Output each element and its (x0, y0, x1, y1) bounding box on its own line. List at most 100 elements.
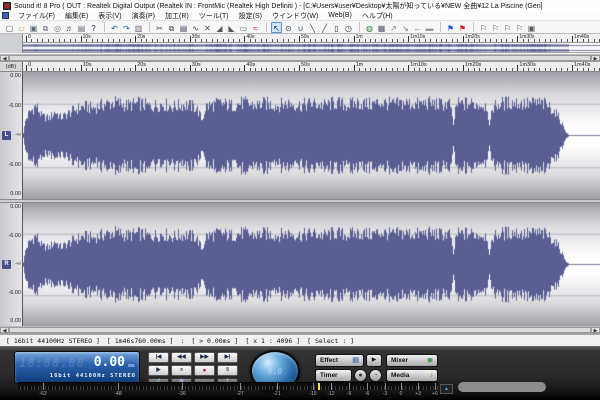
effect-button[interactable]: Effect ▤ (315, 354, 364, 367)
meter-tick (24, 386, 25, 390)
history-icon[interactable]: ▥ (133, 22, 144, 33)
ruler-tick (392, 68, 393, 71)
media-button[interactable]: Media ♪ (386, 369, 438, 382)
web-publish-icon[interactable]: ◍ (364, 22, 375, 33)
save-as-icon[interactable]: ⧉ (40, 22, 51, 33)
arrow-back-icon[interactable]: ← (412, 22, 423, 33)
pencil-tool-icon[interactable]: ╱ (319, 22, 330, 33)
scroll-right-icon[interactable]: ▶ (591, 55, 600, 61)
ruler-tick (326, 68, 327, 71)
marker-first-icon[interactable]: ⚐ (478, 22, 489, 33)
menu-settings[interactable]: 設定(S) (234, 11, 267, 21)
menu-web[interactable]: Web(B) (323, 12, 357, 19)
fade-in-icon[interactable]: ◢ (214, 22, 225, 33)
pause-button[interactable]: ‖ (217, 365, 238, 376)
editor-scroll-thumb[interactable] (9, 327, 591, 333)
db-label: -∞ (15, 261, 21, 267)
mixer-button[interactable]: Mixer ≣ (386, 354, 438, 367)
scroll-left-icon[interactable]: ◀ (0, 55, 9, 61)
line-tool-icon[interactable]: ╲ (307, 22, 318, 33)
fast-forward-button[interactable]: ▶▶ (194, 352, 215, 363)
marker-list-icon[interactable]: ▣ (526, 22, 537, 33)
copy-wave-icon[interactable]: ⧉ (166, 22, 177, 33)
redo-icon[interactable]: ↷ (121, 22, 132, 33)
open-file-icon[interactable]: ▱ (16, 22, 27, 33)
go-end-button[interactable]: ▶| (217, 352, 238, 363)
meter-tick (174, 386, 175, 390)
marker-last-icon[interactable]: ⚐ (514, 22, 525, 33)
meter-expand-button[interactable]: ▲ (440, 384, 453, 394)
marker-blue-flag-icon[interactable]: ⚑ (445, 22, 456, 33)
undo-icon[interactable]: ↶ (109, 22, 120, 33)
stop-button[interactable]: ■ (171, 365, 192, 376)
meter-tick (311, 386, 312, 390)
ruler-tick (152, 39, 153, 42)
menu-view[interactable]: 表示(V) (93, 11, 126, 21)
overview-scrollbar[interactable]: ◀ ▶ (0, 54, 600, 62)
import-audio-icon[interactable]: ♬ (64, 22, 75, 33)
status-zoom: [ x 1 : 4096 ] (245, 337, 300, 345)
fade-out-icon[interactable]: ◣ (226, 22, 237, 33)
arrow-forward-icon[interactable]: ↗ (388, 22, 399, 33)
ruler-tick (97, 68, 98, 71)
context-help-icon[interactable]: ? (88, 22, 99, 33)
menu-edit[interactable]: 編集(E) (60, 11, 93, 21)
menu-process[interactable]: 加工(R) (160, 11, 194, 21)
overview-ruler[interactable]: 010s20s30s40s50s1m1m10s1m20s1m30s1m40s (23, 34, 600, 43)
hand-tool-icon[interactable]: ∪ (295, 22, 306, 33)
marker-red-flag-icon[interactable]: ⚑ (457, 22, 468, 33)
right-channel-waveform[interactable] (23, 203, 600, 326)
effect-play-button[interactable]: ▶ (366, 354, 382, 367)
left-channel-waveform[interactable] (23, 72, 600, 199)
play-button[interactable]: ▶ (148, 365, 169, 376)
pointer-tool-icon[interactable]: ↖ (271, 22, 282, 33)
marker-prev-icon[interactable]: ⚐ (490, 22, 501, 33)
record-button[interactable]: ● (194, 365, 215, 376)
editor-scrollbar[interactable]: ◀ ▶ (0, 326, 600, 334)
new-file-icon[interactable]: ▢ (4, 22, 15, 33)
time-tool-icon[interactable]: ◷ (343, 22, 354, 33)
open-audio-cd-icon[interactable]: ◎ (52, 22, 63, 33)
editor-time-ruler[interactable]: 010s20s30s40s50s1m1m10s1m20s1m30s1m40s (23, 62, 600, 72)
delete-wave-icon[interactable]: ✕ (202, 22, 213, 33)
media-grid-icon[interactable]: ▦ (376, 22, 387, 33)
menu-play[interactable]: 演奏(P) (127, 11, 160, 21)
meter-tick (213, 386, 214, 390)
paste-wave-icon[interactable]: ▤ (178, 22, 189, 33)
timer-button[interactable]: Timer (315, 369, 352, 382)
menu-help[interactable]: ヘルプ(H) (357, 11, 398, 21)
ruler-tick (452, 68, 453, 71)
ruler-tick (381, 68, 382, 71)
meter-tick (146, 386, 147, 390)
menu-file[interactable]: ファイル(F) (13, 11, 60, 21)
menu-window[interactable]: ウインドウ(W) (267, 11, 323, 21)
ruler-tick (343, 68, 344, 71)
timer-record-icon[interactable]: ● (354, 369, 367, 382)
scroll-right-icon[interactable]: ▶ (591, 327, 600, 333)
eraser-tool-icon[interactable]: ▯ (331, 22, 342, 33)
menu-tools[interactable]: ツール(T) (194, 11, 234, 21)
meter-tick (87, 386, 88, 390)
meter-tick (234, 386, 235, 390)
file-list-icon[interactable]: ▤ (76, 22, 87, 33)
overview-scroll-thumb[interactable] (9, 55, 591, 61)
meter-major-tick (385, 382, 386, 390)
media-icon: ♪ (430, 370, 434, 381)
rewind-button[interactable]: ◀◀ (171, 352, 192, 363)
ruler-tick (294, 68, 295, 71)
marker-next-icon[interactable]: ⚐ (502, 22, 513, 33)
normalize-icon[interactable]: ≈ (250, 22, 261, 33)
paste-mix-icon[interactable]: ∿ (190, 22, 201, 33)
clock-icon[interactable]: ◔ (369, 369, 382, 382)
ruler-tick (26, 65, 27, 71)
stop-block-icon[interactable]: ▬ (424, 22, 435, 33)
cut-wave-icon[interactable]: ✂ (154, 22, 165, 33)
insert-silence-icon[interactable]: ▭ (238, 22, 249, 33)
arrow-down-icon[interactable]: ↘ (400, 22, 411, 33)
zoom-tool-icon[interactable]: ⊙ (283, 22, 294, 33)
overview-waveform[interactable] (23, 43, 600, 53)
save-file-icon[interactable]: ▣ (28, 22, 39, 33)
scroll-left-icon[interactable]: ◀ (0, 327, 9, 333)
go-start-button[interactable]: |◀ (148, 352, 169, 363)
meter-tick (293, 386, 294, 390)
